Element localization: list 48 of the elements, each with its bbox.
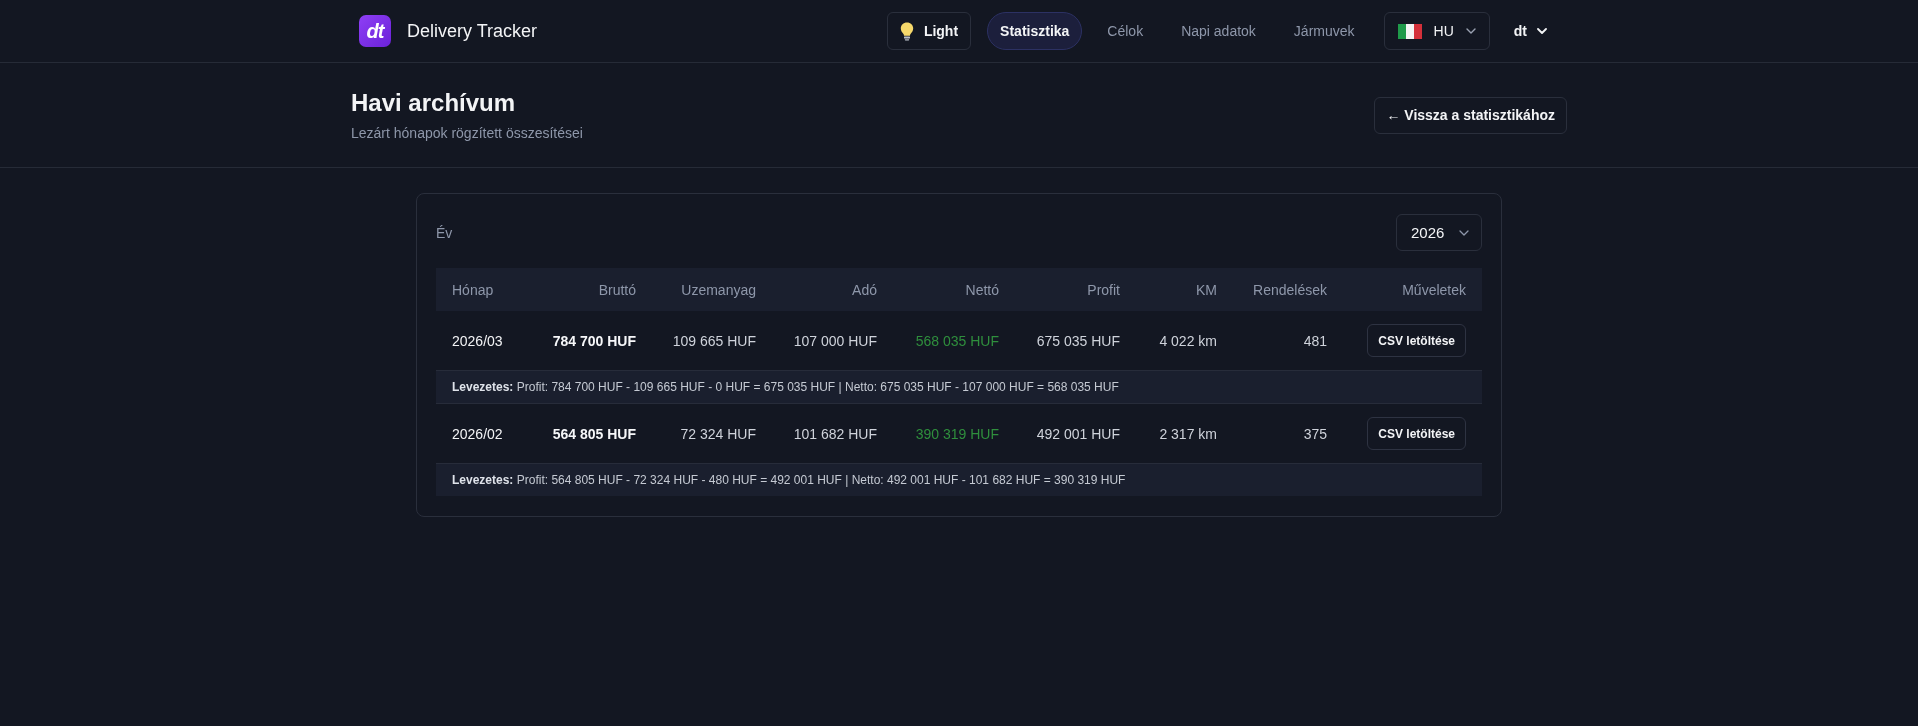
- table-cell: 390 319 HUF: [893, 403, 1015, 464]
- column-header: Műveletek: [1343, 268, 1482, 311]
- table-cell: 2 317 km: [1136, 403, 1233, 464]
- page-subtitle: Lezárt hónapok rögzített összesítései: [351, 124, 583, 143]
- app-logo[interactable]: dt: [359, 15, 391, 47]
- column-header: Hónap: [436, 268, 536, 311]
- table-cell: 784 700 HUF: [536, 311, 652, 371]
- table-cell: 107 000 HUF: [772, 311, 893, 371]
- csv-download-button[interactable]: CSV letöltése: [1367, 324, 1466, 357]
- chevron-down-icon: [1459, 229, 1469, 236]
- page-title: Havi archívum: [351, 88, 517, 118]
- app-title: Delivery Tracker: [407, 20, 538, 42]
- nav-tab[interactable]: Napi adatok: [1168, 12, 1269, 50]
- table-cell: 72 324 HUF: [652, 403, 772, 464]
- table-cell: 4 022 km: [1136, 311, 1233, 371]
- table-cell: 568 035 HUF: [893, 311, 1015, 371]
- calculation-note: Levezetes: Profit: 784 700 HUF - 109 665 HUF - 0 HUF = 675 035 HUF | Netto: 675 035 HUF - 107 000 HUF = 568 035 HUF: [436, 370, 1482, 404]
- year-label: Év: [436, 224, 453, 241]
- table-cell: 675 035 HUF: [1015, 311, 1136, 371]
- table-cell: 375: [1233, 403, 1343, 464]
- table-cell: 492 001 HUF: [1015, 403, 1136, 464]
- nav-tab[interactable]: Jármuvek: [1280, 12, 1368, 50]
- light-bulb-icon: [899, 21, 914, 41]
- table-cell: 2026/03: [436, 311, 536, 371]
- column-header: Nettó: [893, 268, 1015, 311]
- table-cell: 2026/02: [436, 403, 536, 464]
- column-header: Uzemanyag: [652, 268, 772, 311]
- nav-tab[interactable]: Statisztika: [987, 12, 1083, 50]
- back-button[interactable]: ← Vissza a statisztikához: [1374, 96, 1567, 134]
- table-cell: 109 665 HUF: [652, 311, 772, 371]
- chevron-down-icon: [1465, 28, 1476, 34]
- flag-icon: [1397, 23, 1422, 39]
- table-cell: 101 682 HUF: [772, 403, 893, 464]
- column-header: Adó: [772, 268, 893, 311]
- table-cell: 481: [1233, 311, 1343, 371]
- table-cell: 564 805 HUF: [536, 403, 652, 464]
- year-select[interactable]: 2026: [1396, 214, 1482, 251]
- language-select[interactable]: HU: [1383, 12, 1490, 50]
- chevron-down-icon: [1537, 28, 1547, 34]
- calculation-note: Levezetes: Profit: 564 805 HUF - 72 324 HUF - 480 HUF = 492 001 HUF | Netto: 492 001 HUF - 101 682 HUF = 390 319 HUF: [436, 463, 1482, 496]
- theme-button[interactable]: Light: [886, 12, 972, 50]
- csv-download-button[interactable]: CSV letöltése: [1367, 417, 1466, 450]
- column-header: Rendelések: [1233, 268, 1343, 311]
- column-header: Bruttó: [536, 268, 652, 311]
- column-header: Profit: [1015, 268, 1136, 311]
- column-header: KM: [1136, 268, 1233, 311]
- user-menu[interactable]: dt: [1505, 12, 1555, 50]
- nav-tab[interactable]: Célok: [1094, 12, 1157, 50]
